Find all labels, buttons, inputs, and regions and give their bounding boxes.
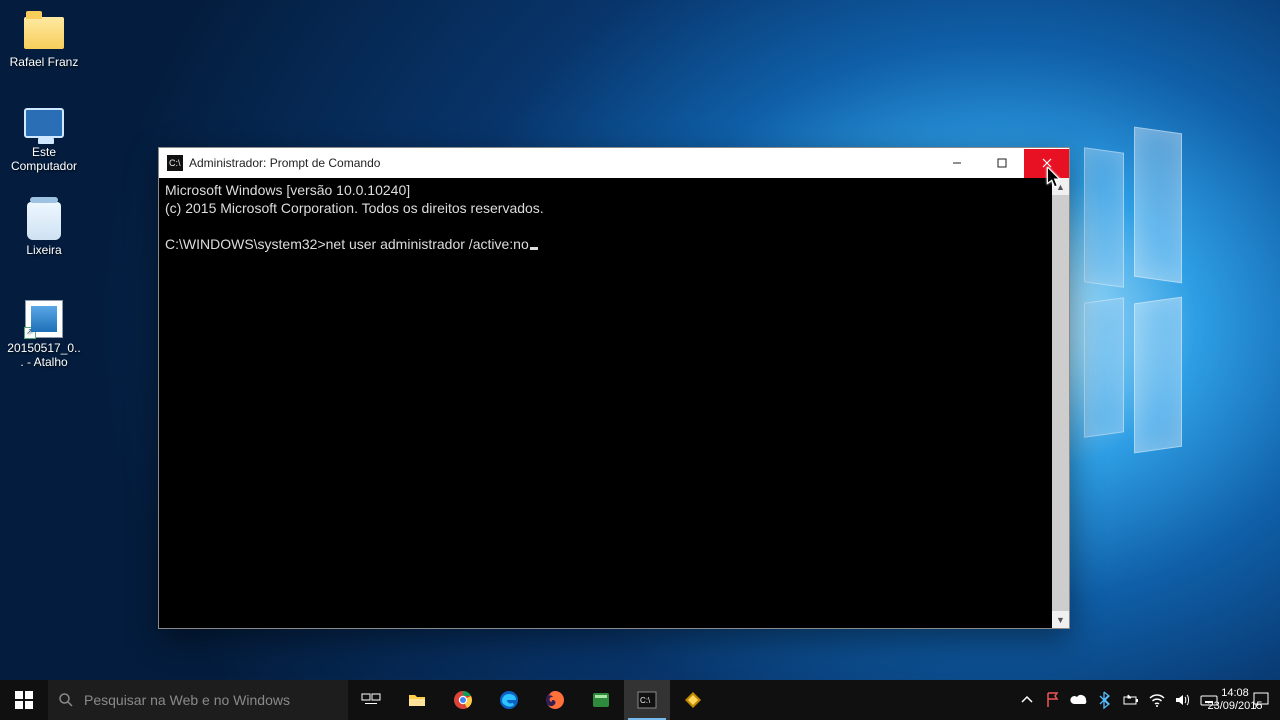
battery-icon <box>1121 690 1141 710</box>
search-input[interactable] <box>84 680 348 720</box>
taskbar: C:\ 14:08 23/09/2015 <box>0 680 1280 720</box>
chrome-icon <box>453 690 473 710</box>
taskbar-app-gold[interactable] <box>670 680 716 720</box>
cmd-window[interactable]: C:\ Administrador: Prompt de Comando Mic… <box>158 147 1070 629</box>
taskbar-app-edge[interactable] <box>486 680 532 720</box>
chevron-up-icon <box>1017 690 1037 710</box>
taskbar-app-file-explorer[interactable] <box>394 680 440 720</box>
task-view-button[interactable] <box>348 680 394 720</box>
desktop-icon-label: 20150517_0... - Atalho <box>6 342 82 370</box>
tray-flag-button[interactable] <box>1040 690 1066 710</box>
start-button[interactable] <box>0 680 48 720</box>
firefox-icon <box>545 690 565 710</box>
tray-chevron-button[interactable] <box>1014 690 1040 710</box>
cloud-icon <box>1069 690 1089 710</box>
task-view-icon <box>361 690 381 710</box>
clock-button[interactable]: 14:08 23/09/2015 <box>1222 687 1248 712</box>
desktop-icon-image-shortcut[interactable]: 20150517_0... - Atalho <box>6 298 82 370</box>
desktop-icon-user-folder[interactable]: Rafael Franz <box>6 12 82 70</box>
terminal-line: (c) 2015 Microsoft Corporation. Todos os… <box>165 200 544 216</box>
titlebar[interactable]: C:\ Administrador: Prompt de Comando <box>159 148 1069 178</box>
text-caret <box>530 247 538 250</box>
terminal-output[interactable]: Microsoft Windows [versão 10.0.10240] (c… <box>159 178 1069 628</box>
scroll-up-button[interactable]: ▲ <box>1052 178 1069 195</box>
maximize-button[interactable] <box>979 149 1024 178</box>
action-center-button[interactable] <box>1248 690 1274 710</box>
taskbar-app-green[interactable] <box>578 680 624 720</box>
folder-icon <box>23 12 65 54</box>
scroll-down-button[interactable]: ▼ <box>1052 611 1069 628</box>
wifi-icon <box>1147 690 1167 710</box>
scroll-thumb[interactable] <box>1052 195 1069 611</box>
terminal-line: C:\WINDOWS\system32>net user administrad… <box>165 236 529 252</box>
system-tray: 14:08 23/09/2015 <box>1014 680 1280 720</box>
svg-text:C:\: C:\ <box>169 158 181 168</box>
tray-onedrive-button[interactable] <box>1066 690 1092 710</box>
volume-icon <box>1173 690 1193 710</box>
taskbar-app-chrome[interactable] <box>440 680 486 720</box>
tray-power-button[interactable] <box>1118 690 1144 710</box>
desktop[interactable]: Rafael Franz Este Computador Lixeira 201… <box>0 0 1280 720</box>
search-box[interactable] <box>48 680 348 720</box>
gold-app-icon <box>683 690 703 710</box>
desktop-icon-label: Rafael Franz <box>10 56 79 70</box>
window-title: Administrador: Prompt de Comando <box>189 156 380 170</box>
tray-volume-button[interactable] <box>1170 690 1196 710</box>
edge-icon <box>499 690 519 710</box>
svg-text:C:\: C:\ <box>640 696 651 705</box>
taskbar-app-cmd[interactable]: C:\ <box>624 680 670 720</box>
wallpaper-pane <box>1134 127 1182 284</box>
computer-icon <box>23 102 65 144</box>
cmd-icon: C:\ <box>167 155 183 171</box>
recycle-bin-icon <box>23 200 65 242</box>
taskbar-pinned: C:\ <box>348 680 716 720</box>
taskbar-app-firefox[interactable] <box>532 680 578 720</box>
desktop-icon-recycle-bin[interactable]: Lixeira <box>6 200 82 258</box>
minimize-button[interactable] <box>934 149 979 178</box>
clock-time: 14:08 <box>1221 687 1249 700</box>
desktop-icon-label: Este Computador <box>6 146 82 174</box>
wallpaper-pane <box>1084 297 1124 438</box>
bluetooth-icon <box>1095 690 1115 710</box>
search-icon <box>58 692 74 708</box>
cmd-icon: C:\ <box>637 690 657 710</box>
tray-network-button[interactable] <box>1144 690 1170 710</box>
wallpaper-pane <box>1134 297 1182 454</box>
desktop-icon-this-pc[interactable]: Este Computador <box>6 102 82 174</box>
image-shortcut-icon <box>23 298 65 340</box>
desktop-icon-label: Lixeira <box>26 244 61 258</box>
terminal-line: Microsoft Windows [versão 10.0.10240] <box>165 182 410 198</box>
scrollbar-vertical[interactable]: ▲ ▼ <box>1052 178 1069 628</box>
file-explorer-icon <box>407 690 427 710</box>
tray-bluetooth-button[interactable] <box>1092 690 1118 710</box>
scroll-track[interactable] <box>1052 195 1069 611</box>
green-app-icon <box>591 690 611 710</box>
notification-icon <box>1251 690 1271 710</box>
flag-icon <box>1043 690 1063 710</box>
close-button[interactable] <box>1024 149 1069 178</box>
wallpaper-pane <box>1084 147 1124 288</box>
windows-logo-icon <box>15 691 33 709</box>
